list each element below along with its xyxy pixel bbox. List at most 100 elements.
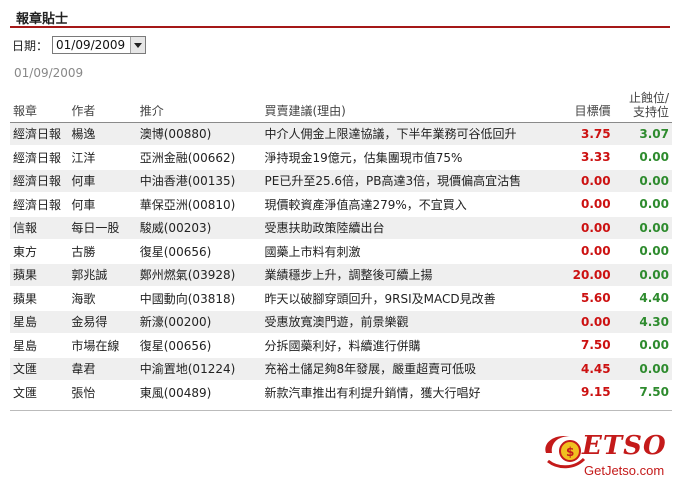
table-row: 經濟日報 何車 華保亞洲(00810) 現價較資產淨值高達279%，不宜買入 0.00 0…	[10, 194, 672, 217]
cell-stock: 中渝置地(01224)	[136, 358, 262, 382]
table-row: 蘋果 海歌 中國動向(03818) 昨天以破腳穿頭回升，9RSI及MACD見改善 5.6…	[10, 288, 672, 311]
cell-target: 0.00	[563, 241, 614, 264]
cell-paper: 文匯	[10, 382, 69, 405]
header-stop-line1: 止蝕位/	[628, 91, 669, 105]
tips-table: 報章 作者 推介 買賣建議(理由) 目標價 止蝕位/ 支持位 經濟日報 楊逸 澳博(…	[10, 91, 672, 405]
svg-text:$: $	[566, 445, 574, 459]
cell-reason: 淨持現金19億元，估集團現市值75%	[261, 147, 564, 170]
cell-stop: 0.00	[613, 241, 672, 264]
cell-author: 何車	[68, 194, 137, 217]
table-header-row: 報章 作者 推介 買賣建議(理由) 目標價 止蝕位/ 支持位	[10, 91, 672, 123]
date-select-value: 01/09/2009	[56, 38, 126, 52]
cell-paper: 經濟日報	[10, 170, 69, 194]
cell-reason: 充裕土儲足夠8年發展，嚴重超賣可低吸	[261, 358, 564, 382]
cell-stock: 亞洲金融(00662)	[136, 147, 262, 170]
cell-author: 市場在線	[68, 335, 137, 358]
table-row: 經濟日報 何車 中油香港(00135) PE已升至25.6倍，PB高達3倍，現價偏高宜…	[10, 170, 672, 194]
cell-paper: 經濟日報	[10, 147, 69, 170]
watermark-logo: $ ETSO GetJetso.com	[540, 425, 680, 489]
header-paper: 報章	[10, 91, 69, 123]
cell-stock: 華保亞洲(00810)	[136, 194, 262, 217]
cell-target: 0.00	[563, 170, 614, 194]
cell-target: 0.00	[563, 217, 614, 241]
page-title: 報章貼士	[16, 12, 69, 27]
cell-stop: 3.07	[613, 123, 672, 147]
cell-stop: 0.00	[613, 147, 672, 170]
date-filter: 日期： 01/09/2009	[12, 36, 147, 54]
cell-reason: 分拆國藥利好，料續進行併購	[261, 335, 564, 358]
jetso-mascot-icon: $	[545, 435, 586, 469]
header-reason: 買賣建議(理由)	[261, 91, 564, 123]
cell-reason: 業績穩步上升，調整後可續上揚	[261, 264, 564, 288]
header-stop-line2: 支持位	[632, 105, 669, 119]
cell-author: 江洋	[68, 147, 137, 170]
cell-reason: PE已升至25.6倍，PB高達3倍，現價偏高宜沽售	[261, 170, 564, 194]
table-bottom-divider	[10, 410, 672, 411]
table-row: 文匯 韋君 中渝置地(01224) 充裕土儲足夠8年發展，嚴重超賣可低吸 4.45 0.0…	[10, 358, 672, 382]
table-row: 經濟日報 楊逸 澳博(00880) 中介人佣金上限達協議，下半年業務可谷低回升 3.75…	[10, 123, 672, 147]
cell-paper: 信報	[10, 217, 69, 241]
cell-reason: 昨天以破腳穿頭回升，9RSI及MACD見改善	[261, 288, 564, 311]
table-row: 蘋果 郭兆誠 鄭州燃氣(03928) 業績穩步上升，調整後可續上揚 20.00 0.00	[10, 264, 672, 288]
cell-stop: 0.00	[613, 358, 672, 382]
cell-paper: 蘋果	[10, 288, 69, 311]
cell-paper: 文匯	[10, 358, 69, 382]
cell-stop: 0.00	[613, 194, 672, 217]
chevron-down-icon[interactable]	[130, 37, 146, 53]
cell-target: 3.75	[563, 123, 614, 147]
cell-stock: 東風(00489)	[136, 382, 262, 405]
cell-stock: 復星(00656)	[136, 335, 262, 358]
header-stop: 止蝕位/ 支持位	[613, 91, 672, 123]
cell-target: 0.00	[563, 311, 614, 335]
cell-stock: 中國動向(03818)	[136, 288, 262, 311]
header-target: 目標價	[563, 91, 614, 123]
table-row: 文匯 張怡 東風(00489) 新款汽車推出有利提升銷情，獲大行唱好 9.15 7.50	[10, 382, 672, 405]
cell-author: 張怡	[68, 382, 137, 405]
header-stock: 推介	[136, 91, 262, 123]
date-select[interactable]: 01/09/2009	[52, 36, 147, 54]
cell-stock: 澳博(00880)	[136, 123, 262, 147]
cell-stop: 0.00	[613, 170, 672, 194]
cell-author: 郭兆誠	[68, 264, 137, 288]
cell-paper: 蘋果	[10, 264, 69, 288]
cell-target: 3.33	[563, 147, 614, 170]
cell-reason: 國藥上市料有刺激	[261, 241, 564, 264]
table-row: 星島 金易得 新濠(00200) 受惠放寬澳門遊，前景樂觀 0.00 4.30	[10, 311, 672, 335]
cell-reason: 受惠放寬澳門遊，前景樂觀	[261, 311, 564, 335]
table-row: 東方 古勝 復星(00656) 國藥上市料有刺激 0.00 0.00	[10, 241, 672, 264]
cell-stop: 0.00	[613, 264, 672, 288]
cell-stop: 4.40	[613, 288, 672, 311]
current-date: 01/09/2009	[14, 66, 84, 80]
cell-reason: 受惠扶助政策陸續出台	[261, 217, 564, 241]
cell-target: 0.00	[563, 194, 614, 217]
cell-author: 每日一股	[68, 217, 137, 241]
cell-stock: 駿威(00203)	[136, 217, 262, 241]
cell-author: 韋君	[68, 358, 137, 382]
cell-paper: 東方	[10, 241, 69, 264]
header-author: 作者	[68, 91, 137, 123]
cell-author: 海歌	[68, 288, 137, 311]
cell-stock: 中油香港(00135)	[136, 170, 262, 194]
cell-stock: 鄭州燃氣(03928)	[136, 264, 262, 288]
cell-reason: 中介人佣金上限達協議，下半年業務可谷低回升	[261, 123, 564, 147]
cell-target: 4.45	[563, 358, 614, 382]
cell-target: 5.60	[563, 288, 614, 311]
cell-stop: 0.00	[613, 217, 672, 241]
cell-target: 9.15	[563, 382, 614, 405]
cell-reason: 現價較資產淨值高達279%，不宜買入	[261, 194, 564, 217]
cell-stock: 新濠(00200)	[136, 311, 262, 335]
cell-paper: 星島	[10, 335, 69, 358]
watermark-brand: ETSO	[582, 431, 667, 461]
cell-target: 20.00	[563, 264, 614, 288]
cell-reason: 新款汽車推出有利提升銷情，獲大行唱好	[261, 382, 564, 405]
table-row: 星島 市場在線 復星(00656) 分拆國藥利好，料續進行併購 7.50 0.00	[10, 335, 672, 358]
table-row: 經濟日報 江洋 亞洲金融(00662) 淨持現金19億元，估集團現市值75% 3.33 0…	[10, 147, 672, 170]
cell-author: 楊逸	[68, 123, 137, 147]
cell-author: 古勝	[68, 241, 137, 264]
page-header: 報章貼士	[10, 6, 670, 28]
date-label: 日期：	[12, 38, 49, 53]
watermark-domain: GetJetso.com	[584, 463, 665, 478]
cell-author: 金易得	[68, 311, 137, 335]
cell-stock: 復星(00656)	[136, 241, 262, 264]
cell-paper: 經濟日報	[10, 123, 69, 147]
